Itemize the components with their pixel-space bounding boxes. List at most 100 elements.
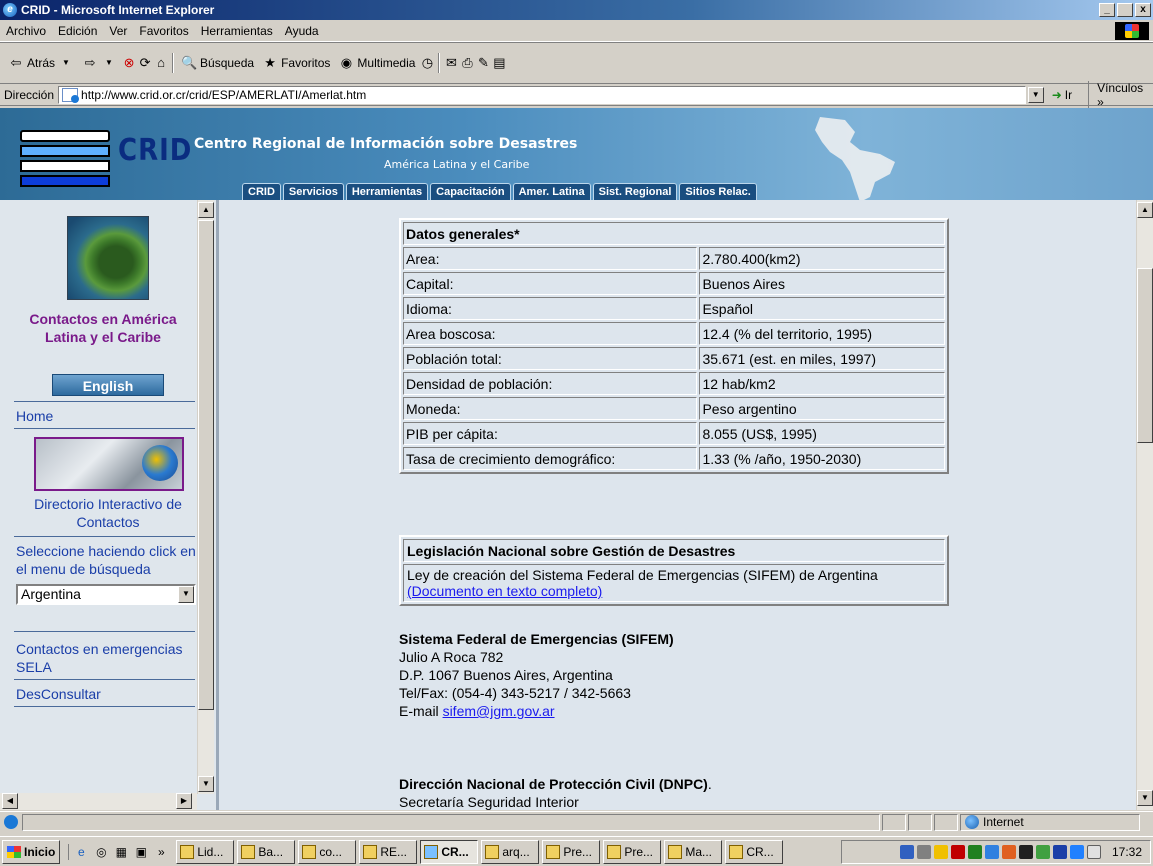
crid-logo-icon	[20, 130, 112, 188]
scroll-left-icon[interactable]: ◀	[2, 793, 18, 809]
task-button[interactable]: CR...	[725, 839, 784, 864]
task-button[interactable]: Ma...	[664, 839, 723, 864]
more-quicklaunch-icon[interactable]: »	[153, 844, 169, 860]
desktop-quicklaunch-icon[interactable]: ▦	[113, 844, 129, 860]
address-dropdown-icon[interactable]: ▼	[1027, 86, 1044, 103]
scroll-down-icon[interactable]: ▼	[198, 776, 214, 792]
row-label: PIB per cápita:	[403, 422, 698, 445]
print-icon[interactable]: ⎙	[459, 55, 475, 71]
chevron-down-icon[interactable]: ▼	[178, 586, 194, 603]
country-select[interactable]: Argentina ▼	[16, 584, 196, 605]
volume-icon[interactable]	[916, 845, 931, 859]
task-button[interactable]: RE...	[359, 839, 418, 864]
go-button[interactable]: ➜ Ir	[1052, 88, 1072, 102]
home-icon[interactable]: ⌂	[153, 55, 169, 71]
chevron-down-icon[interactable]: ▼	[58, 55, 74, 71]
links-button[interactable]: Vínculos »	[1088, 80, 1153, 109]
scroll-thumb[interactable]	[198, 220, 214, 710]
go-label: Ir	[1064, 87, 1073, 102]
menu-favoritos[interactable]: Favoritos	[133, 24, 194, 38]
scroll-down-icon[interactable]: ▼	[1137, 790, 1153, 806]
search-button[interactable]: 🔍 Búsqueda	[177, 53, 258, 73]
row-value: Español	[699, 297, 945, 320]
legislation-text: Ley de creación del Sistema Federal de E…	[407, 567, 878, 583]
nav-tab-sist-regional[interactable]: Sist. Regional	[592, 183, 678, 200]
edit-icon[interactable]: ✎	[475, 55, 491, 71]
nav-tab-herramientas[interactable]: Herramientas	[345, 183, 429, 200]
window-titlebar[interactable]: e CRID - Microsoft Internet Explorer _ x	[0, 0, 1153, 20]
task-button[interactable]: co...	[298, 839, 357, 864]
tray-icon[interactable]	[1069, 845, 1084, 859]
media-button[interactable]: ◉ Multimedia	[334, 53, 419, 73]
tray-icon[interactable]	[1001, 845, 1016, 859]
maximize-button[interactable]	[1117, 3, 1133, 17]
nav-tab-servicios[interactable]: Servicios	[282, 183, 344, 200]
tray-icon[interactable]	[950, 845, 965, 859]
directory-image[interactable]	[34, 437, 184, 491]
latin-america-map-image	[67, 216, 149, 300]
task-button-active[interactable]: CR...	[420, 839, 479, 864]
task-button[interactable]: Pre...	[542, 839, 601, 864]
menu-ver[interactable]: Ver	[103, 24, 133, 38]
outlook-quicklaunch-icon[interactable]: ◎	[93, 844, 109, 860]
tray-icon[interactable]	[1035, 845, 1050, 859]
task-button[interactable]: Ba...	[237, 839, 296, 864]
directory-link[interactable]: Directorio Interactivo de Contactos	[20, 495, 196, 531]
left-horizontal-scrollbar[interactable]: ◀ ▶	[0, 793, 197, 810]
language-icon[interactable]	[1052, 845, 1067, 859]
tray-icon[interactable]	[967, 845, 982, 859]
tray-icon[interactable]	[933, 845, 948, 859]
scroll-up-icon[interactable]: ▲	[1137, 202, 1153, 218]
emergency-contacts-link[interactable]: Contactos en emergencias SELA	[16, 640, 196, 676]
address-input[interactable]: http://www.crid.or.cr/crid/ESP/AMERLATI/…	[58, 85, 1026, 104]
tray-icon[interactable]	[1018, 845, 1033, 859]
task-icon	[241, 844, 256, 859]
nav-tab-capacitacion[interactable]: Capacitación	[430, 183, 511, 200]
start-label: Inicio	[24, 844, 56, 859]
start-button[interactable]: Inicio	[2, 839, 61, 864]
ie-quicklaunch-icon[interactable]: e	[73, 844, 89, 860]
back-arrow-icon: ⇦	[10, 55, 22, 70]
chevron-down-icon[interactable]: ▼	[101, 55, 117, 71]
english-button[interactable]: English	[52, 374, 164, 396]
discuss-icon[interactable]: ▤	[491, 55, 507, 71]
task-button[interactable]: Lid...	[176, 839, 235, 864]
tray-icon[interactable]	[899, 845, 914, 859]
scroll-thumb[interactable]	[1137, 268, 1153, 443]
menu-edicion[interactable]: Edición	[52, 24, 103, 38]
tray-icon[interactable]	[984, 845, 999, 859]
desconsultar-link[interactable]: DesConsultar	[16, 686, 101, 702]
back-button[interactable]: ⇦ Atrás ▼	[4, 53, 78, 73]
menu-archivo[interactable]: Archivo	[0, 24, 52, 38]
menu-herramientas[interactable]: Herramientas	[195, 24, 279, 38]
mail-icon[interactable]	[1086, 845, 1101, 859]
address-url[interactable]: http://www.crid.or.cr/crid/ESP/AMERLATI/…	[81, 88, 366, 102]
menu-ayuda[interactable]: Ayuda	[279, 24, 325, 38]
media-label: Multimedia	[357, 56, 416, 70]
close-button[interactable]: x	[1135, 3, 1151, 17]
main-vertical-scrollbar[interactable]: ▲ ▼	[1136, 200, 1153, 810]
full-text-link[interactable]: (Documento en texto completo)	[407, 583, 602, 599]
sifem-email-link[interactable]: sifem@jgm.gov.ar	[443, 703, 555, 719]
left-vertical-scrollbar[interactable]: ▲ ▼	[197, 200, 214, 794]
minimize-button[interactable]: _	[1099, 3, 1115, 17]
task-icon	[607, 844, 622, 859]
row-value: 2.780.400(km2)	[699, 247, 945, 270]
refresh-icon[interactable]: ⟳	[137, 55, 153, 71]
scroll-right-icon[interactable]: ▶	[176, 793, 192, 809]
favorites-button[interactable]: ★ Favoritos	[258, 53, 334, 73]
task-button[interactable]: arq...	[481, 839, 540, 864]
history-icon[interactable]: ◷	[419, 55, 435, 71]
nav-tab-crid[interactable]: CRID	[242, 183, 281, 200]
app-quicklaunch-icon[interactable]: ▣	[133, 844, 149, 860]
home-link[interactable]: Home	[16, 408, 53, 424]
nav-tab-sitios-relac[interactable]: Sitios Relac.	[679, 183, 757, 200]
table-row: Población total: 35.671 (est. en miles, 1…	[403, 347, 945, 370]
stop-icon[interactable]: ⊗	[121, 55, 137, 71]
forward-button[interactable]: ⇨ ▼	[78, 53, 121, 73]
nav-tab-amer-latina[interactable]: Amer. Latina	[512, 183, 591, 200]
mail-icon[interactable]: ✉	[443, 55, 459, 71]
task-button[interactable]: Pre...	[603, 839, 662, 864]
task-icon	[180, 844, 195, 859]
scroll-up-icon[interactable]: ▲	[198, 202, 214, 218]
